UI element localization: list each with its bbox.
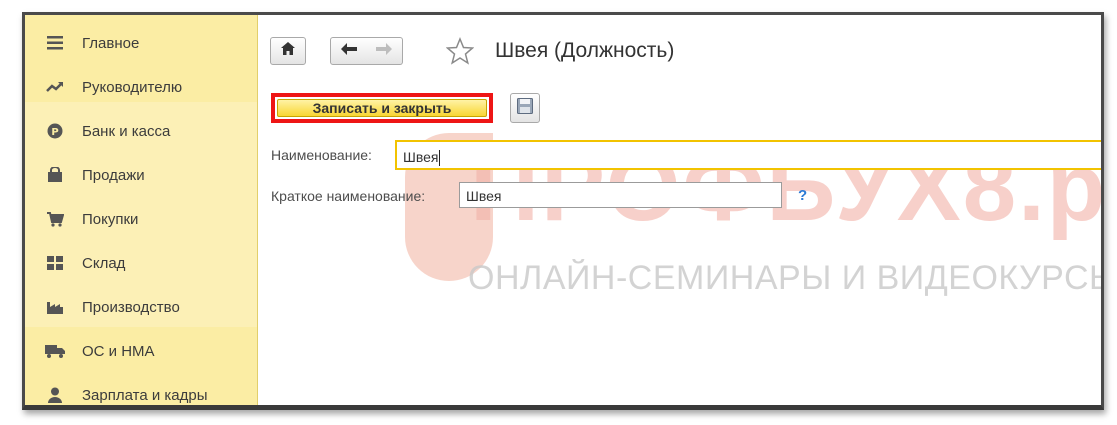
menu-lines-icon: [45, 33, 65, 53]
sidebar-item-label: ОС и НМА: [82, 342, 155, 360]
save-and-close-button[interactable]: Записать и закрыть: [277, 99, 487, 117]
sidebar-item-label: Главное: [82, 34, 140, 52]
sidebar-item-label: Зарплата и кадры: [82, 386, 208, 404]
favorite-star-icon[interactable]: [445, 37, 475, 70]
save-close-highlight: Записать и закрыть: [271, 93, 493, 123]
name-input[interactable]: Швея: [395, 140, 1101, 170]
sidebar-item-label: Руководителю: [82, 78, 183, 96]
cart-icon: [45, 209, 65, 229]
name-label: Наименование:: [271, 147, 372, 163]
warehouse-grid-icon: [45, 253, 65, 273]
sidebar-item-manager[interactable]: Руководителю: [25, 65, 257, 109]
app-window: Главное Руководителю P Банк и касса Прод…: [22, 12, 1104, 410]
svg-text:P: P: [51, 127, 58, 138]
home-icon: [281, 42, 295, 60]
sidebar-item-sales[interactable]: Продажи: [25, 153, 257, 197]
text-caret: [439, 150, 441, 167]
sidebar: Главное Руководителю P Банк и касса Прод…: [25, 15, 258, 405]
name-value: Швея: [403, 149, 439, 165]
truck-icon: [45, 341, 65, 361]
trend-up-icon: [45, 77, 65, 97]
floppy-disk-icon: [517, 97, 533, 119]
page-title: Швея (Должность): [495, 39, 675, 62]
arrow-right-icon: [376, 42, 392, 60]
sidebar-item-purchases[interactable]: Покупки: [25, 197, 257, 241]
sidebar-item-production[interactable]: Производство: [25, 285, 257, 329]
forward-button[interactable]: [366, 37, 403, 65]
sidebar-item-label: Банк и касса: [82, 122, 171, 140]
sidebar-item-label: Продажи: [82, 166, 145, 184]
shopping-bag-icon: [45, 165, 65, 185]
sidebar-item-label: Производство: [82, 298, 180, 316]
sidebar-item-label: Склад: [82, 254, 126, 272]
back-button[interactable]: [330, 37, 368, 65]
home-button[interactable]: [270, 37, 306, 65]
watermark-tagline: ОНЛАЙН-СЕМИНАРЫ И ВИДЕОКУРСЫ 1С:8: [468, 259, 1104, 297]
arrow-left-icon: [341, 42, 357, 60]
sidebar-item-warehouse[interactable]: Склад: [25, 241, 257, 285]
factory-icon: [45, 297, 65, 317]
person-icon: [45, 385, 65, 405]
sidebar-item-bank[interactable]: P Банк и касса: [25, 109, 257, 153]
help-link[interactable]: ?: [798, 187, 807, 204]
sidebar-item-payroll[interactable]: Зарплата и кадры: [25, 373, 257, 405]
form-area: Швея (Должность) Записать и закрыть ПРОФ…: [258, 15, 1101, 405]
ruble-coin-icon: P: [45, 121, 65, 141]
sidebar-item-main[interactable]: Главное: [25, 21, 257, 65]
short-name-input[interactable]: Швея: [459, 182, 782, 208]
save-button[interactable]: [510, 93, 540, 123]
short-name-label: Краткое наименование:: [271, 188, 426, 204]
sidebar-item-label: Покупки: [82, 210, 139, 228]
sidebar-item-fixed-assets[interactable]: ОС и НМА: [25, 329, 257, 373]
